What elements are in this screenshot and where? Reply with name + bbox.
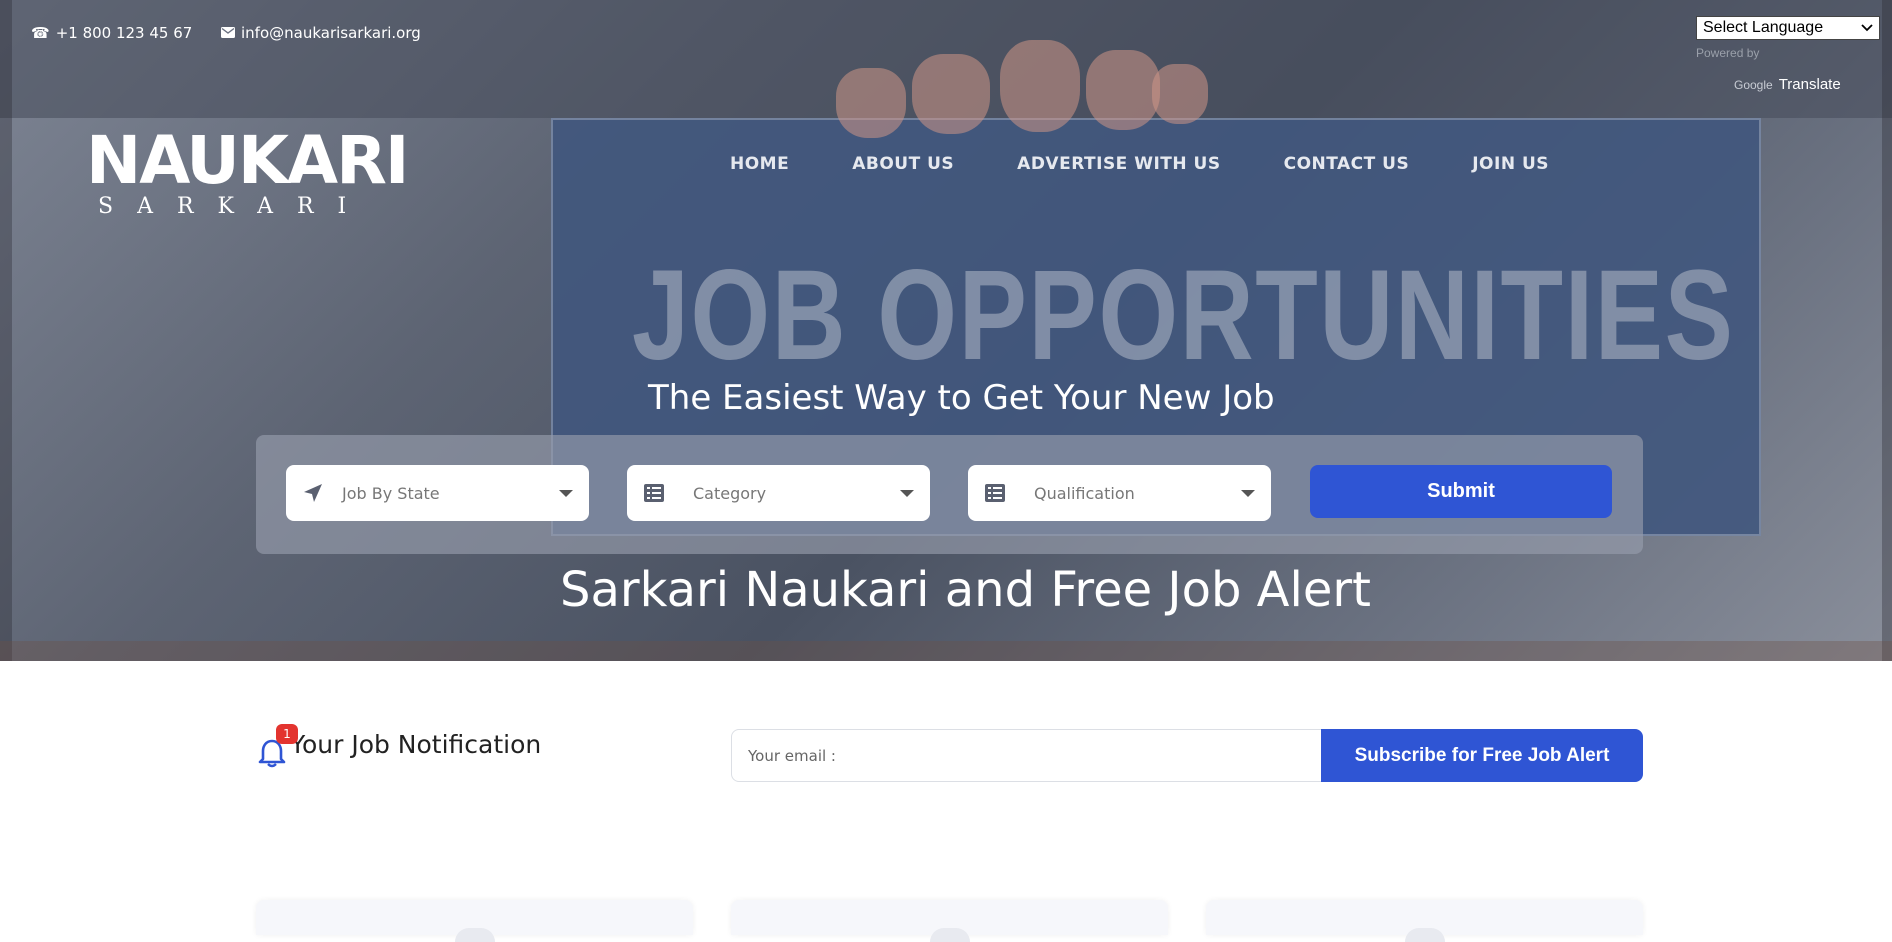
hero-left-edge — [0, 0, 12, 661]
language-select-label: Select Language — [1703, 19, 1824, 36]
phone-number: +1 800 123 45 67 — [55, 24, 193, 42]
nav-join-us[interactable]: JOIN US — [1472, 154, 1549, 174]
nav-contact-us[interactable]: CONTACT US — [1284, 154, 1410, 174]
category-select[interactable]: Category — [627, 465, 930, 521]
card-icon-placeholder — [454, 928, 495, 942]
hero-hand-image — [1152, 64, 1208, 124]
chevron-down-icon — [1861, 19, 1873, 37]
qualification-label: Qualification — [1034, 483, 1135, 503]
translate-label: Translate — [1778, 76, 1841, 93]
nav-home[interactable]: HOME — [730, 154, 789, 174]
hero-background-text: JOB OPPORTUNITIES — [632, 244, 1735, 387]
notification-count-badge: 1 — [276, 724, 298, 744]
hero-bottom-band — [0, 641, 1892, 661]
google-logo: Google — [1734, 77, 1773, 92]
location-arrow-icon — [302, 482, 324, 504]
contact-phone[interactable]: ☎ +1 800 123 45 67 — [31, 24, 192, 42]
submit-button[interactable]: Submit — [1310, 465, 1612, 518]
notification-title: Your Job Notification — [290, 729, 542, 759]
category-label: Category — [693, 483, 767, 503]
subscribe-button[interactable]: Subscribe for Free Job Alert — [1321, 729, 1643, 782]
email-address: info@naukarisarkari.org — [241, 24, 421, 42]
hero-right-edge — [1882, 0, 1892, 661]
site-logo-subtitle: SARKARI — [98, 194, 371, 219]
nav-about-us[interactable]: ABOUT US — [852, 154, 954, 174]
job-card[interactable] — [256, 900, 693, 942]
language-select[interactable]: Select Language — [1696, 16, 1880, 40]
notification-bell[interactable]: 1 — [258, 724, 298, 768]
envelope-icon — [221, 24, 235, 42]
hero-hand-image — [912, 54, 990, 134]
powered-by-label: Powered by — [1696, 46, 1760, 60]
email-input[interactable] — [731, 729, 1322, 782]
chevron-down-icon — [900, 489, 914, 497]
hero-hand-image — [1086, 50, 1160, 130]
chevron-down-icon — [559, 489, 573, 497]
hero-hand-image — [836, 68, 906, 138]
main-nav: HOME ABOUT US ADVERTISE WITH US CONTACT … — [730, 154, 1549, 174]
hero-hand-image — [1000, 40, 1080, 132]
qualification-select[interactable]: Qualification — [968, 465, 1271, 521]
job-card[interactable] — [1206, 900, 1643, 942]
job-by-state-label: Job By State — [342, 483, 440, 503]
job-notification[interactable]: 1 Your Job Notification — [258, 724, 542, 768]
hero-tagline: The Easiest Way to Get Your New Job — [648, 378, 1275, 418]
list-icon — [643, 482, 665, 504]
job-card[interactable] — [731, 900, 1168, 942]
list-icon — [984, 482, 1006, 504]
phone-icon: ☎ — [31, 24, 50, 42]
contact-email[interactable]: info@naukarisarkari.org — [221, 24, 421, 42]
chevron-down-icon — [1241, 489, 1255, 497]
site-logo[interactable]: NAUKARI — [86, 128, 409, 194]
job-by-state-select[interactable]: Job By State — [286, 465, 589, 521]
card-icon-placeholder — [929, 928, 970, 942]
nav-advertise[interactable]: ADVERTISE WITH US — [1017, 154, 1220, 174]
card-icon-placeholder — [1404, 928, 1445, 942]
hero-headline: Sarkari Naukari and Free Job Alert — [560, 562, 1371, 618]
google-translate-link[interactable]: Google Translate — [1734, 76, 1841, 93]
